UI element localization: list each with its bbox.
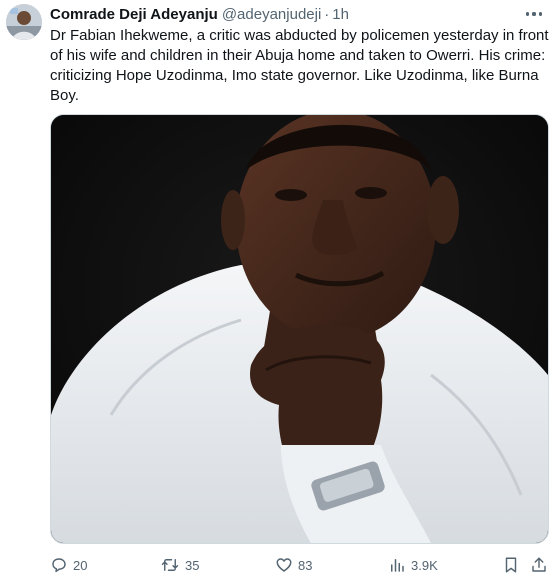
reply-count: 20 <box>73 557 88 573</box>
tweet-header: Comrade Deji Adeyanju @adeyanjudeji · 1h <box>50 4 546 24</box>
author-name[interactable]: Comrade Deji Adeyanju <box>50 6 218 23</box>
views-button[interactable]: 3.9K <box>388 554 438 576</box>
views-count: 3.9K <box>411 557 438 573</box>
tweet-text: Dr Fabian Ihekweme, a critic was abducte… <box>50 27 549 104</box>
reply-button[interactable]: 20 <box>50 554 87 576</box>
avatar-image <box>6 4 42 40</box>
like-count: 83 <box>298 557 313 573</box>
bookmark-icon <box>505 557 517 573</box>
repost-button[interactable]: 35 <box>160 554 199 576</box>
portrait-photo <box>51 115 548 543</box>
views-icon <box>391 559 404 572</box>
timestamp[interactable]: 1h <box>332 6 349 23</box>
author-handle[interactable]: @adeyanjudeji <box>222 6 321 23</box>
share-icon <box>532 557 546 572</box>
action-bar: 20 35 83 3.9K <box>50 554 550 576</box>
like-button[interactable]: 83 <box>275 554 312 576</box>
separator: · <box>324 5 330 23</box>
heart-icon <box>276 558 292 572</box>
reply-icon <box>52 558 66 573</box>
bookmark-button[interactable] <box>502 554 525 576</box>
more-icon[interactable] <box>522 4 546 24</box>
avatar[interactable] <box>6 4 42 40</box>
share-button[interactable] <box>530 554 553 576</box>
tweet-photo[interactable] <box>50 114 549 544</box>
repost-count: 35 <box>185 557 200 573</box>
repost-icon <box>161 559 179 571</box>
